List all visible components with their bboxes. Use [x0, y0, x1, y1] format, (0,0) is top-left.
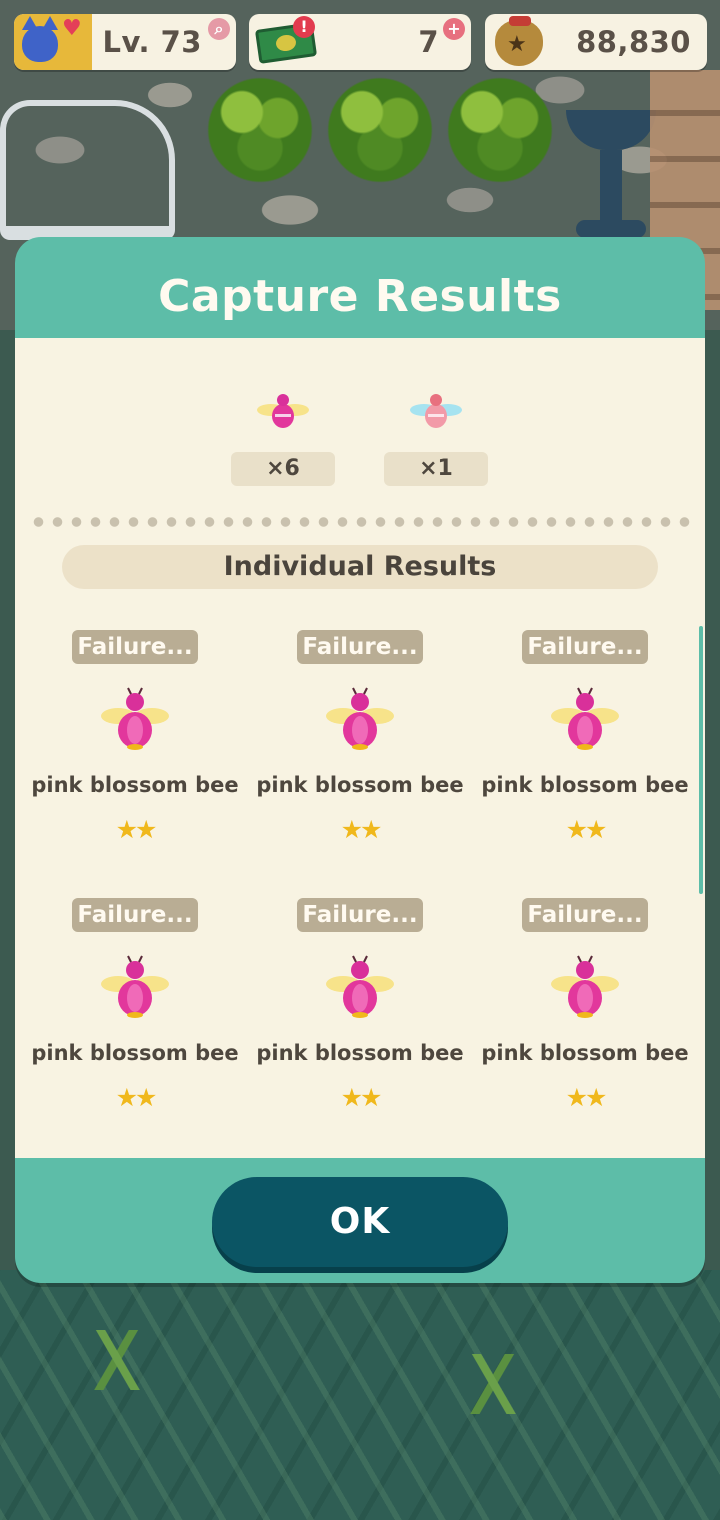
bush	[440, 70, 560, 190]
result-status: Failure...	[522, 630, 648, 664]
leaf-ticket-display[interactable]: ! 7 +	[249, 14, 471, 70]
capture-results-dialog: Capture Results ×6 ×1 Individual Results…	[15, 237, 705, 1283]
pink-blossom-bee-alt-icon	[410, 394, 462, 428]
result-name: pink blossom bee	[31, 773, 239, 797]
summary-item: ×1	[384, 388, 488, 486]
add-tickets-icon[interactable]: +	[443, 18, 465, 40]
result-name: pink blossom bee	[256, 1041, 464, 1065]
result-name: pink blossom bee	[31, 1041, 239, 1065]
bush	[200, 70, 320, 190]
result-card: Failure... pink blossom bee ★★	[250, 630, 470, 870]
bell-bag-icon	[495, 16, 543, 66]
rating-stars: ★★	[565, 815, 608, 844]
summary-count: ×1	[384, 452, 488, 486]
rating-stars: ★★	[340, 815, 383, 844]
summary-item: ×6	[231, 388, 335, 486]
pink-blossom-bee-icon	[325, 954, 395, 1020]
rating-stars: ★★	[565, 1083, 608, 1112]
rating-stars: ★★	[115, 815, 158, 844]
capture-summary: ×6 ×1	[15, 338, 705, 508]
pink-blossom-bee-icon	[100, 686, 170, 752]
dotted-divider	[29, 516, 691, 528]
results-scrollbar[interactable]	[699, 626, 703, 894]
pink-blossom-bee-icon	[100, 954, 170, 1020]
pink-blossom-bee-icon	[325, 686, 395, 752]
result-status: Failure...	[297, 630, 423, 664]
level-label: Lv. 73	[102, 25, 202, 59]
ok-button[interactable]: OK	[212, 1177, 508, 1267]
pink-blossom-bee-icon	[550, 686, 620, 752]
result-card: Failure... pink blossom bee ★★	[475, 630, 695, 870]
result-name: pink blossom bee	[481, 773, 689, 797]
rating-stars: ★★	[115, 1083, 158, 1112]
alert-badge-icon: !	[293, 16, 315, 38]
birdbath	[566, 110, 656, 240]
result-card: Failure... pink blossom bee ★★	[25, 898, 245, 1138]
player-avatar: ♥	[14, 14, 92, 70]
result-status: Failure...	[72, 630, 198, 664]
search-badge-icon: ⌕	[208, 18, 230, 40]
cat-icon	[22, 16, 58, 62]
rating-stars: ★★	[340, 1083, 383, 1112]
garden-bench	[0, 100, 175, 240]
result-status: Failure...	[72, 898, 198, 932]
result-name: pink blossom bee	[481, 1041, 689, 1065]
sprout-plant	[468, 1354, 518, 1414]
ticket-count: 7	[418, 25, 439, 59]
dialog-title: Capture Results	[158, 271, 562, 322]
section-title: Individual Results	[62, 545, 658, 589]
bells-count: 88,830	[576, 25, 691, 59]
pink-blossom-bee-icon	[550, 954, 620, 1020]
result-status: Failure...	[522, 898, 648, 932]
heart-icon: ♥	[62, 16, 82, 41]
result-name: pink blossom bee	[256, 773, 464, 797]
result-card: Failure... pink blossom bee ★★	[25, 630, 245, 870]
summary-count: ×6	[231, 452, 335, 486]
result-status: Failure...	[297, 898, 423, 932]
bush	[320, 70, 440, 190]
pink-blossom-bee-icon	[257, 394, 309, 428]
sprout-plant	[92, 1330, 142, 1390]
result-card: Failure... pink blossom bee ★★	[250, 898, 470, 1138]
grass-ground	[0, 1270, 720, 1520]
bells-display[interactable]: 88,830	[485, 14, 707, 70]
level-display[interactable]: ♥ Lv. 73 ⌕	[14, 14, 236, 70]
dialog-body[interactable]: ×6 ×1 Individual Results Failure... pink…	[15, 338, 705, 1158]
result-card: Failure... pink blossom bee ★★	[475, 898, 695, 1138]
